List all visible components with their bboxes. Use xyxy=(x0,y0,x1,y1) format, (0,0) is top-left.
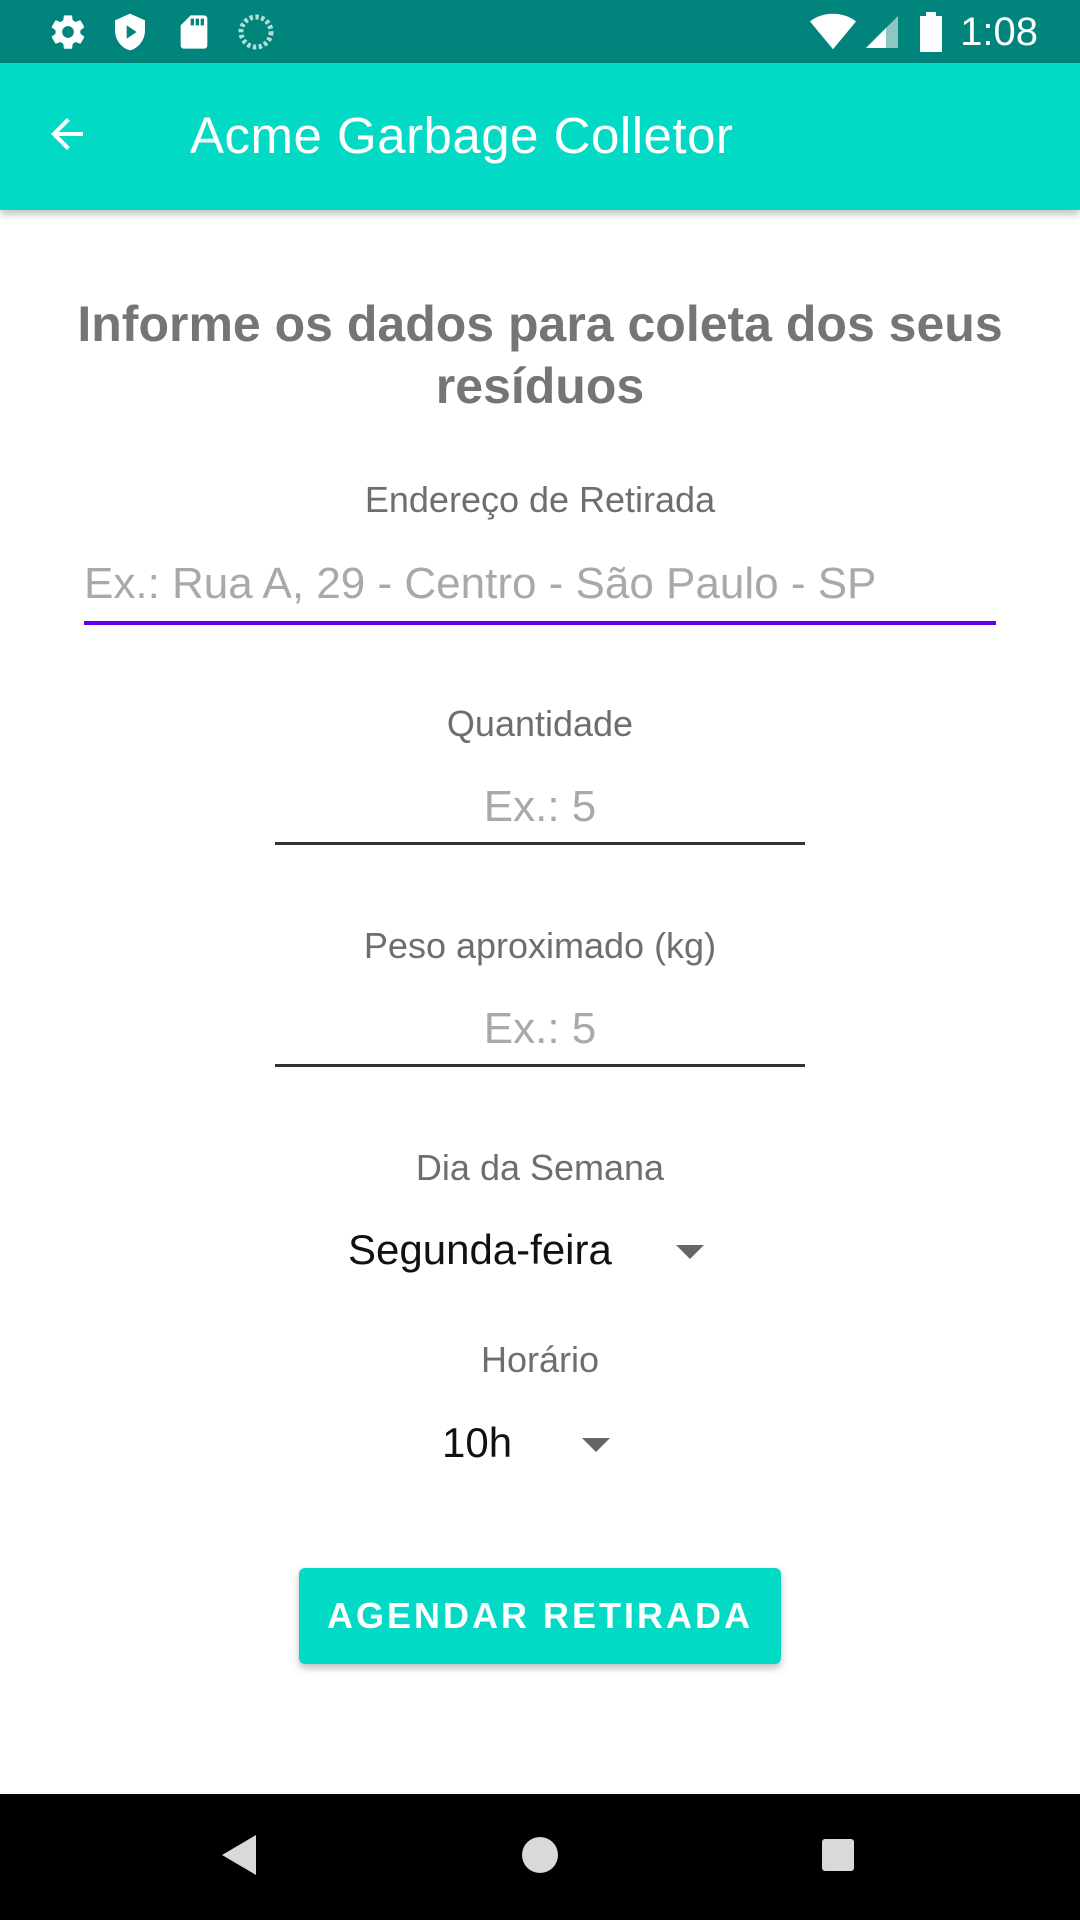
time-label: Horário xyxy=(480,1339,600,1380)
quantity-underline xyxy=(275,842,805,845)
gear-icon xyxy=(48,12,88,52)
quantity-input[interactable] xyxy=(275,776,805,838)
back-button[interactable] xyxy=(34,103,100,169)
status-bar: 1:08 xyxy=(0,0,1080,63)
dropdown-arrow-icon xyxy=(676,1245,704,1259)
battery-icon xyxy=(918,12,944,52)
wifi-icon xyxy=(810,12,856,52)
status-time: 1:08 xyxy=(960,10,1038,54)
app-bar: Acme Garbage Colletor xyxy=(0,63,1080,210)
signal-icon xyxy=(862,12,902,52)
weekday-label: Dia da Semana xyxy=(415,1147,665,1188)
quantity-label: Quantidade xyxy=(446,703,634,744)
page-heading: Informe os dados para coleta dos seus re… xyxy=(77,296,1003,414)
app-title: Acme Garbage Colletor xyxy=(190,107,734,164)
nav-home-button[interactable] xyxy=(507,1824,573,1890)
dropdown-arrow-icon xyxy=(582,1438,610,1452)
weekday-dropdown[interactable]: Segunda-feira xyxy=(340,1215,720,1285)
sync-circle-icon xyxy=(236,12,276,52)
sd-card-icon xyxy=(174,12,214,52)
address-input[interactable] xyxy=(84,553,996,615)
form-container: Informe os dados para coleta dos seus re… xyxy=(0,210,1080,1794)
time-dropdown[interactable]: 10h xyxy=(434,1408,634,1478)
nav-recents-button[interactable] xyxy=(805,1824,871,1890)
navigation-bar xyxy=(0,1794,1080,1920)
nav-back-button[interactable] xyxy=(207,1824,273,1890)
weekday-selected-value: Segunda-feira xyxy=(348,1226,612,1273)
screen: 1:08 Acme Garbage Colletor Informe os da… xyxy=(0,0,1080,1920)
weight-underline xyxy=(275,1064,805,1067)
address-underline xyxy=(84,621,996,625)
home-circle-icon xyxy=(520,1835,560,1880)
schedule-pickup-button[interactable]: AGENDAR RETIRADA xyxy=(299,1568,781,1664)
arrow-back-icon xyxy=(43,110,91,163)
weight-label: Peso aproximado (kg) xyxy=(363,925,717,966)
weight-input[interactable] xyxy=(275,998,805,1060)
back-triangle-icon xyxy=(220,1833,260,1882)
address-label: Endereço de Retirada xyxy=(364,479,716,520)
shield-play-icon xyxy=(110,12,150,52)
recents-square-icon xyxy=(820,1837,856,1878)
time-selected-value: 10h xyxy=(442,1419,513,1466)
